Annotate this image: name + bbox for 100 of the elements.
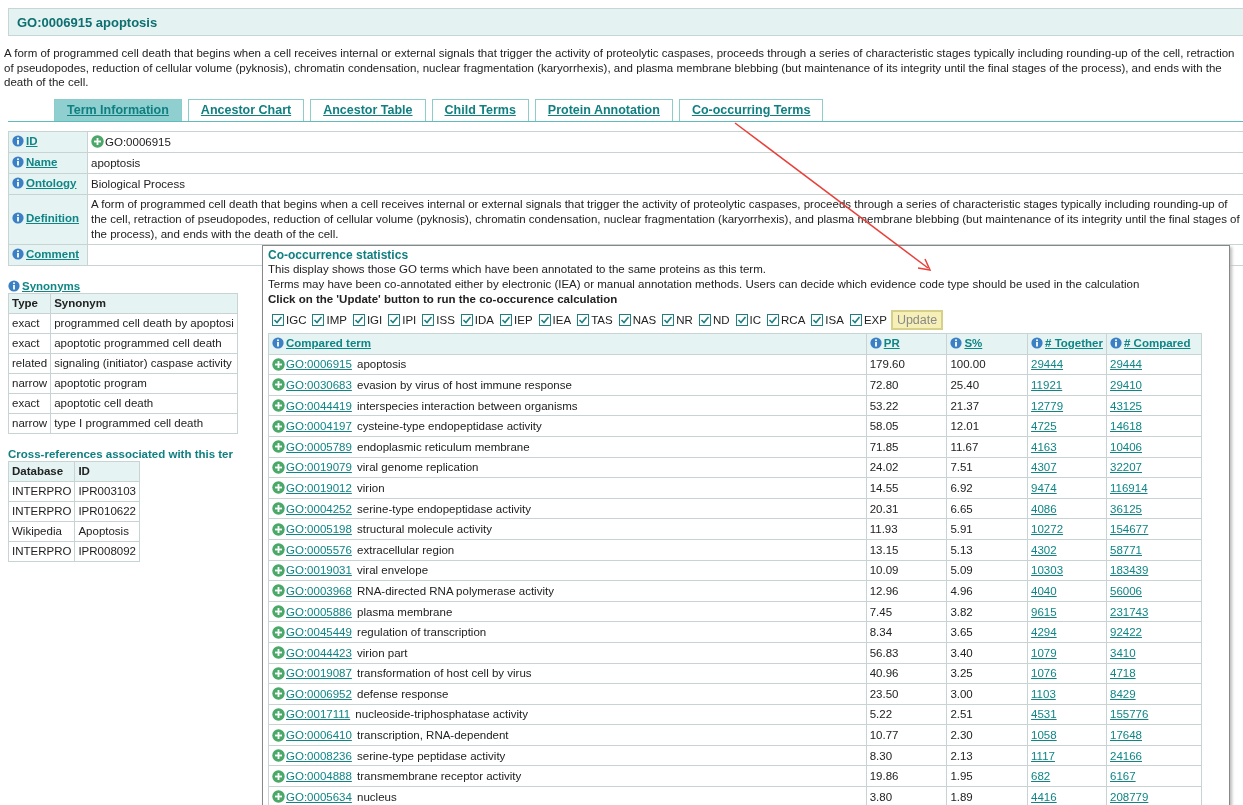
tab[interactable]: Term Information xyxy=(54,98,182,121)
checkbox[interactable] xyxy=(352,314,365,326)
go-id-link[interactable]: GO:0017111 xyxy=(286,708,351,721)
count-link[interactable]: 682 xyxy=(1031,770,1051,783)
go-id-link[interactable]: GO:0008236 xyxy=(286,749,352,762)
go-id-link[interactable]: GO:0006915 xyxy=(286,358,352,371)
plus-icon[interactable] xyxy=(272,646,285,660)
count-link[interactable]: 92422 xyxy=(1110,626,1142,639)
checkbox[interactable] xyxy=(272,314,284,326)
go-id-link[interactable]: GO:0005198 xyxy=(286,523,352,536)
tab[interactable]: Child Terms xyxy=(431,98,529,121)
checkbox[interactable] xyxy=(662,314,675,326)
count-link[interactable]: 29410 xyxy=(1110,379,1142,391)
checkbox[interactable] xyxy=(388,314,401,326)
go-id-link[interactable]: GO:0005789 xyxy=(286,440,352,453)
go-id-link[interactable]: GO:0045449 xyxy=(286,626,352,639)
count-link[interactable]: 3410 xyxy=(1110,646,1136,659)
plus-icon[interactable] xyxy=(272,708,285,721)
go-id-link[interactable]: GO:0006952 xyxy=(286,687,352,700)
count-link[interactable]: 56006 xyxy=(1110,584,1142,597)
checkbox[interactable] xyxy=(500,314,513,326)
count-link[interactable]: 58771 xyxy=(1110,543,1142,556)
count-link[interactable]: 14618 xyxy=(1110,420,1142,433)
plus-icon[interactable] xyxy=(272,687,285,701)
tab[interactable]: Ancestor Chart xyxy=(187,98,305,121)
plus-icon[interactable] xyxy=(91,135,104,148)
go-id-link[interactable]: GO:0005634 xyxy=(286,790,352,803)
plus-icon[interactable] xyxy=(272,502,285,516)
checkbox[interactable] xyxy=(460,314,473,326)
go-id-link[interactable]: GO:0005576 xyxy=(286,543,352,556)
count-link[interactable]: 6167 xyxy=(1110,770,1136,783)
plus-icon[interactable] xyxy=(272,399,285,413)
checkbox[interactable] xyxy=(735,314,748,326)
tab[interactable]: Co-occurring Terms xyxy=(678,98,824,121)
go-id-link[interactable]: GO:0019087 xyxy=(286,667,352,680)
table-cell: IPR010622 xyxy=(74,501,140,521)
count-link[interactable]: 4294 xyxy=(1031,626,1057,639)
checkbox[interactable] xyxy=(698,314,711,326)
update-button[interactable]: Update xyxy=(890,310,944,330)
checkbox[interactable] xyxy=(422,314,435,326)
plus-icon[interactable] xyxy=(272,728,285,742)
plus-icon[interactable] xyxy=(272,563,285,577)
plus-icon[interactable] xyxy=(272,749,285,763)
count-link[interactable]: 8429 xyxy=(1110,687,1136,700)
checkbox[interactable] xyxy=(849,314,862,326)
plus-icon[interactable] xyxy=(272,543,285,557)
checkbox[interactable] xyxy=(811,314,824,326)
count-link[interactable]: 4718 xyxy=(1110,667,1136,680)
go-id-link[interactable]: GO:0044419 xyxy=(286,399,352,412)
go-id-link[interactable]: GO:0005886 xyxy=(286,605,352,618)
count-link[interactable]: 10406 xyxy=(1110,440,1142,453)
plus-icon[interactable] xyxy=(272,440,285,454)
plus-icon[interactable] xyxy=(272,790,285,804)
go-id-link[interactable]: GO:0044423 xyxy=(286,646,352,659)
plus-icon[interactable] xyxy=(272,378,285,392)
plus-icon[interactable] xyxy=(272,522,285,536)
plus-icon[interactable] xyxy=(272,666,285,680)
go-id-link[interactable]: GO:0030683 xyxy=(286,379,352,391)
go-id-link[interactable]: GO:0019012 xyxy=(286,481,352,494)
count-link[interactable]: 4302 xyxy=(1031,543,1057,556)
go-id-link[interactable]: GO:0019031 xyxy=(286,564,352,577)
count-link[interactable]: 4163 xyxy=(1031,440,1057,453)
synonyms-link[interactable]: Synonyms xyxy=(22,279,81,292)
checkbox[interactable] xyxy=(538,314,551,326)
table-cell: 3.00 xyxy=(946,683,1028,705)
go-id-link[interactable]: GO:0004888 xyxy=(286,770,352,783)
column-header: ID xyxy=(74,461,140,481)
plus-icon[interactable] xyxy=(272,460,285,474)
go-id-link[interactable]: GO:0006410 xyxy=(286,729,352,742)
table-cell: exact xyxy=(8,333,51,353)
count-link[interactable]: 9474 xyxy=(1031,481,1057,494)
go-id-link[interactable]: GO:0003968 xyxy=(286,584,352,597)
checkbox[interactable] xyxy=(577,314,590,326)
count-link[interactable]: 1117 xyxy=(1031,749,1055,762)
plus-icon[interactable] xyxy=(272,357,285,371)
checkbox-label: IEA xyxy=(552,314,572,326)
description: A form of programmed cell death that begins when a cell receives internal or external signals that trigger the activity of proteolytic caspases, proceeds through a series of characteristic stages typically including rounding-up of the cell, retraction of pseudopodes, reduction of cellular volume (pyknosis), chromatin condensation, nuclear fragmentation (karyorrhexis), and plasma membrane blebbing (but maintenance of its integrity until the final stages of the process), and ends with the death of the cell. xyxy=(4,46,1236,90)
tab[interactable]: Protein Annotation xyxy=(534,98,673,121)
tab[interactable]: Ancestor Table xyxy=(310,98,426,121)
plus-icon[interactable] xyxy=(272,584,285,598)
checkbox[interactable] xyxy=(618,314,631,326)
count-link[interactable]: 4725 xyxy=(1031,420,1057,433)
checkbox-label: ND xyxy=(712,314,730,326)
go-id-link[interactable]: GO:0004252 xyxy=(286,502,352,515)
term-name: serine-type endopeptidase activity xyxy=(357,502,531,515)
plus-icon[interactable] xyxy=(272,769,285,783)
plus-icon[interactable] xyxy=(272,625,285,639)
go-id-link[interactable]: GO:0004197 xyxy=(286,420,352,433)
count-link[interactable]: 1058 xyxy=(1031,729,1057,742)
go-id-link[interactable]: GO:0019079 xyxy=(286,461,352,474)
count-link[interactable]: 1103 xyxy=(1031,687,1056,700)
plus-icon[interactable] xyxy=(272,605,285,618)
checkbox[interactable] xyxy=(312,314,325,326)
count-link[interactable]: 17648 xyxy=(1110,729,1142,742)
checkbox[interactable] xyxy=(767,314,780,326)
count-link[interactable]: 4040 xyxy=(1031,584,1057,597)
plus-icon[interactable] xyxy=(272,481,285,495)
table-cell: 7.45 xyxy=(866,601,947,622)
plus-icon[interactable] xyxy=(272,419,285,433)
column-header-link[interactable]: Compared term xyxy=(272,336,371,349)
